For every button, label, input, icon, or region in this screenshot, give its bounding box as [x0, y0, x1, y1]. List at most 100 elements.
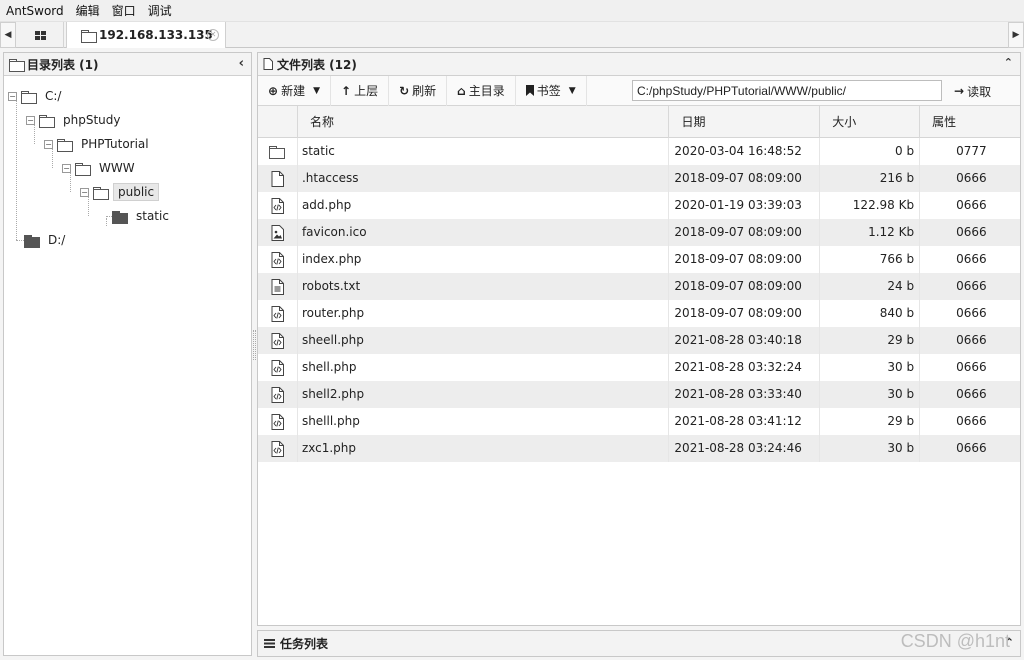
tree-node-label: phpStudy — [63, 113, 121, 127]
tab-scroll-right-icon[interactable]: ▶ — [1008, 22, 1024, 48]
file-row[interactable]: router.php 2018-09-07 08:09:00 840 b 0666 — [258, 300, 1020, 327]
panel-splitter[interactable] — [253, 330, 256, 360]
file-panel-title: 文件列表 (12) — [277, 57, 357, 72]
text-file-icon — [258, 273, 298, 300]
up-button-label: 上层 — [354, 84, 379, 98]
folder-filled-icon — [24, 234, 40, 248]
file-name: shelll.php — [298, 408, 670, 435]
file-size: 0 b — [820, 138, 921, 165]
menu-antsword[interactable]: AntSword — [0, 0, 70, 22]
file-grid-body: static 2020-03-04 16:48:52 0 b 0777 .htacces… — [258, 138, 1020, 462]
file-icon — [263, 58, 273, 70]
tree-toggle-icon[interactable]: − — [44, 139, 53, 149]
file-row[interactable]: shelll.php 2021-08-28 03:41:12 29 b 0666 — [258, 408, 1020, 435]
menu-window[interactable]: 窗口 — [106, 0, 142, 22]
file-row[interactable]: favicon.ico 2018-09-07 08:09:00 1.12 Kb 066… — [258, 219, 1020, 246]
directory-panel-title: 目录列表 (1) — [27, 57, 99, 72]
file-attr: 0666 — [956, 333, 987, 347]
directory-panel-header: 目录列表 (1) ‹ — [4, 53, 251, 76]
file-row[interactable]: add.php 2020-01-19 03:39:03 122.98 Kb 0666 — [258, 192, 1020, 219]
file-size: 216 b — [820, 165, 921, 192]
file-attr: 0666 — [956, 198, 987, 212]
file-size: 24 b — [820, 273, 921, 300]
bookmark-button-label: 书签 — [536, 84, 561, 98]
read-button[interactable]: → 读取 — [948, 76, 997, 106]
file-name: index.php — [298, 246, 670, 273]
file-row[interactable]: .htaccess 2018-09-07 08:09:00 216 b 0666 — [258, 165, 1020, 192]
file-size: 29 b — [820, 327, 921, 354]
file-row[interactable]: robots.txt 2018-09-07 08:09:00 24 b 0666 — [258, 273, 1020, 300]
file-attr: 0666 — [956, 279, 987, 293]
tree-toggle-icon[interactable]: − — [62, 163, 71, 173]
file-row[interactable]: static 2020-03-04 16:48:52 0 b 0777 — [258, 138, 1020, 165]
file-row[interactable]: index.php 2018-09-07 08:09:00 766 b 0666 — [258, 246, 1020, 273]
file-date: 2018-09-07 08:09:00 — [669, 219, 821, 246]
file-date: 2018-09-07 08:09:00 — [669, 273, 821, 300]
tab-shell-session[interactable]: 192.168.133.135 ✕ — [66, 22, 226, 48]
code-file-icon — [258, 354, 298, 381]
task-panel-title: 任务列表 — [280, 637, 329, 651]
column-date[interactable]: 日期 — [669, 106, 821, 138]
up-button[interactable]: ↑ 上层 — [331, 75, 390, 106]
folder-icon — [75, 162, 91, 176]
home-button-label: 主目录 — [468, 84, 505, 98]
tree-toggle-icon[interactable]: − — [8, 91, 17, 101]
home-button[interactable]: ⌂ 主目录 — [447, 75, 516, 106]
tree-node-d[interactable]: D:/ — [24, 231, 69, 249]
file-name: .htaccess — [298, 165, 670, 192]
tree-toggle-icon[interactable]: − — [26, 115, 35, 125]
tree-node-www[interactable]: − WWW — [62, 159, 139, 177]
collapse-up-icon[interactable]: ⌃ — [1004, 56, 1013, 69]
file-panel-header: 文件列表 (12) ⌃ — [258, 53, 1020, 76]
file-name: static — [298, 138, 670, 165]
code-file-icon — [258, 246, 298, 273]
file-name: add.php — [298, 192, 670, 219]
tree-node-c[interactable]: − C:/ — [8, 87, 65, 105]
collapse-left-icon[interactable]: ‹ — [239, 56, 244, 71]
chevron-down-icon: ▼ — [568, 85, 576, 96]
column-name[interactable]: 名称 — [298, 106, 670, 138]
file-row[interactable]: zxc1.php 2021-08-28 03:24:46 30 b 0666 — [258, 435, 1020, 462]
tab-scroll-left-icon[interactable]: ◀ — [0, 22, 16, 48]
refresh-button[interactable]: ↻ 刷新 — [389, 75, 448, 106]
tree-node-phptutorial[interactable]: − PHPTutorial — [44, 135, 153, 153]
file-attr: 0666 — [956, 360, 987, 374]
close-icon[interactable]: ✕ — [207, 29, 219, 41]
path-input[interactable] — [632, 80, 942, 101]
menu-edit[interactable]: 编辑 — [70, 0, 106, 22]
folder-icon — [258, 138, 298, 165]
file-row[interactable]: shell.php 2021-08-28 03:32:24 30 b 0666 — [258, 354, 1020, 381]
watermark: CSDN @h1nt — [900, 631, 1010, 651]
arrow-up-icon: ↑ — [341, 83, 352, 98]
code-file-icon — [258, 192, 298, 219]
file-row[interactable]: shell2.php 2021-08-28 03:33:40 30 b 0666 — [258, 381, 1020, 408]
tree-node-static[interactable]: static — [112, 207, 173, 225]
folder-icon — [9, 58, 25, 72]
tree-node-phpstudy[interactable]: − phpStudy — [26, 111, 125, 129]
file-size: 30 b — [820, 354, 921, 381]
folder-filled-icon — [112, 210, 128, 224]
grid-icon — [35, 30, 46, 40]
file-icon — [258, 165, 298, 192]
tree-node-public[interactable]: − public — [80, 183, 160, 201]
file-row[interactable]: sheell.php 2021-08-28 03:40:18 29 b 0666 — [258, 327, 1020, 354]
bookmark-button[interactable]: 书签 ▼ — [516, 75, 587, 106]
file-size: 122.98 Kb — [820, 192, 921, 219]
column-size[interactable]: 大小 — [820, 106, 921, 138]
code-file-icon — [258, 327, 298, 354]
column-attr[interactable]: 属性 — [920, 106, 1020, 138]
file-name: zxc1.php — [298, 435, 670, 462]
file-panel: 文件列表 (12) ⌃ ⊕ 新建 ▼ ↑ 上层 ↻ 刷新 ⌂ 主目录 书签 ▼ … — [257, 52, 1021, 626]
arrow-right-icon: → — [954, 84, 965, 98]
file-attr: 0666 — [956, 441, 987, 455]
tab-home[interactable] — [18, 22, 64, 48]
tree-node-label: static — [136, 209, 169, 223]
folder-icon — [81, 29, 97, 43]
file-date: 2020-03-04 16:48:52 — [669, 138, 821, 165]
new-button[interactable]: ⊕ 新建 ▼ — [258, 75, 331, 106]
file-name: robots.txt — [298, 273, 670, 300]
file-size: 1.12 Kb — [820, 219, 921, 246]
menu-debug[interactable]: 调试 — [142, 0, 178, 22]
file-name: shell2.php — [298, 381, 670, 408]
tree-toggle-icon[interactable]: − — [80, 187, 89, 197]
